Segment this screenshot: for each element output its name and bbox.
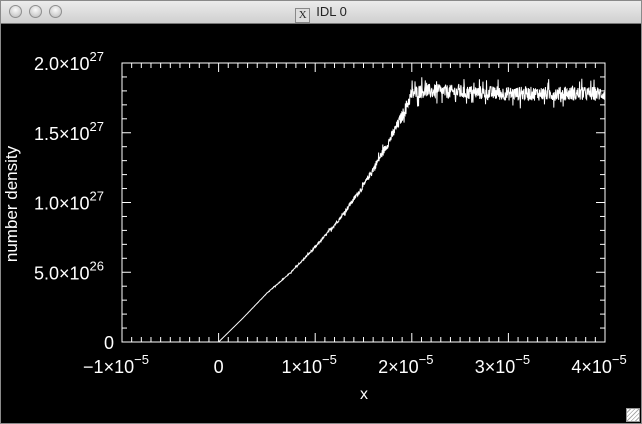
x11-icon: X (295, 8, 311, 23)
y-tick-label: 0 (104, 333, 114, 353)
x-tick-label: 0 (214, 357, 224, 377)
x-tick-label: −1×10−5 (83, 352, 149, 377)
y-tick-label: 1.5×1027 (34, 119, 104, 144)
series-line-number-density (218, 77, 606, 343)
resize-handle[interactable] (626, 408, 640, 422)
x-tick-label: 3×10−5 (475, 352, 530, 377)
window-title-text: IDL 0 (316, 4, 347, 19)
plot-area: −1×10−5 0 1×10−5 2×10−5 3×10−5 4×10−505.0×102… (2, 49, 627, 403)
y-tick-label: 2.0×1027 (34, 49, 104, 74)
y-axis-label: number density (2, 145, 21, 262)
idl-window: X IDL 0 −1×10−5 0 1×10−5 2×10−5 3×10−5 4×10−5 0… (0, 0, 642, 424)
y-tick-label: 1.0×1027 (34, 189, 104, 214)
x-axis-label: x (360, 386, 368, 403)
title-bar[interactable]: X IDL 0 (1, 1, 641, 24)
window-title: X IDL 0 (1, 4, 641, 23)
x-tick-label: 1×10−5 (282, 352, 337, 377)
x-tick-label: 2×10−5 (378, 352, 433, 377)
y-tick-label: 5.0×1026 (34, 258, 104, 283)
plot-frame (121, 62, 606, 343)
axis-ticks (121, 62, 606, 343)
x-tick-label: 4×10−5 (571, 352, 626, 377)
